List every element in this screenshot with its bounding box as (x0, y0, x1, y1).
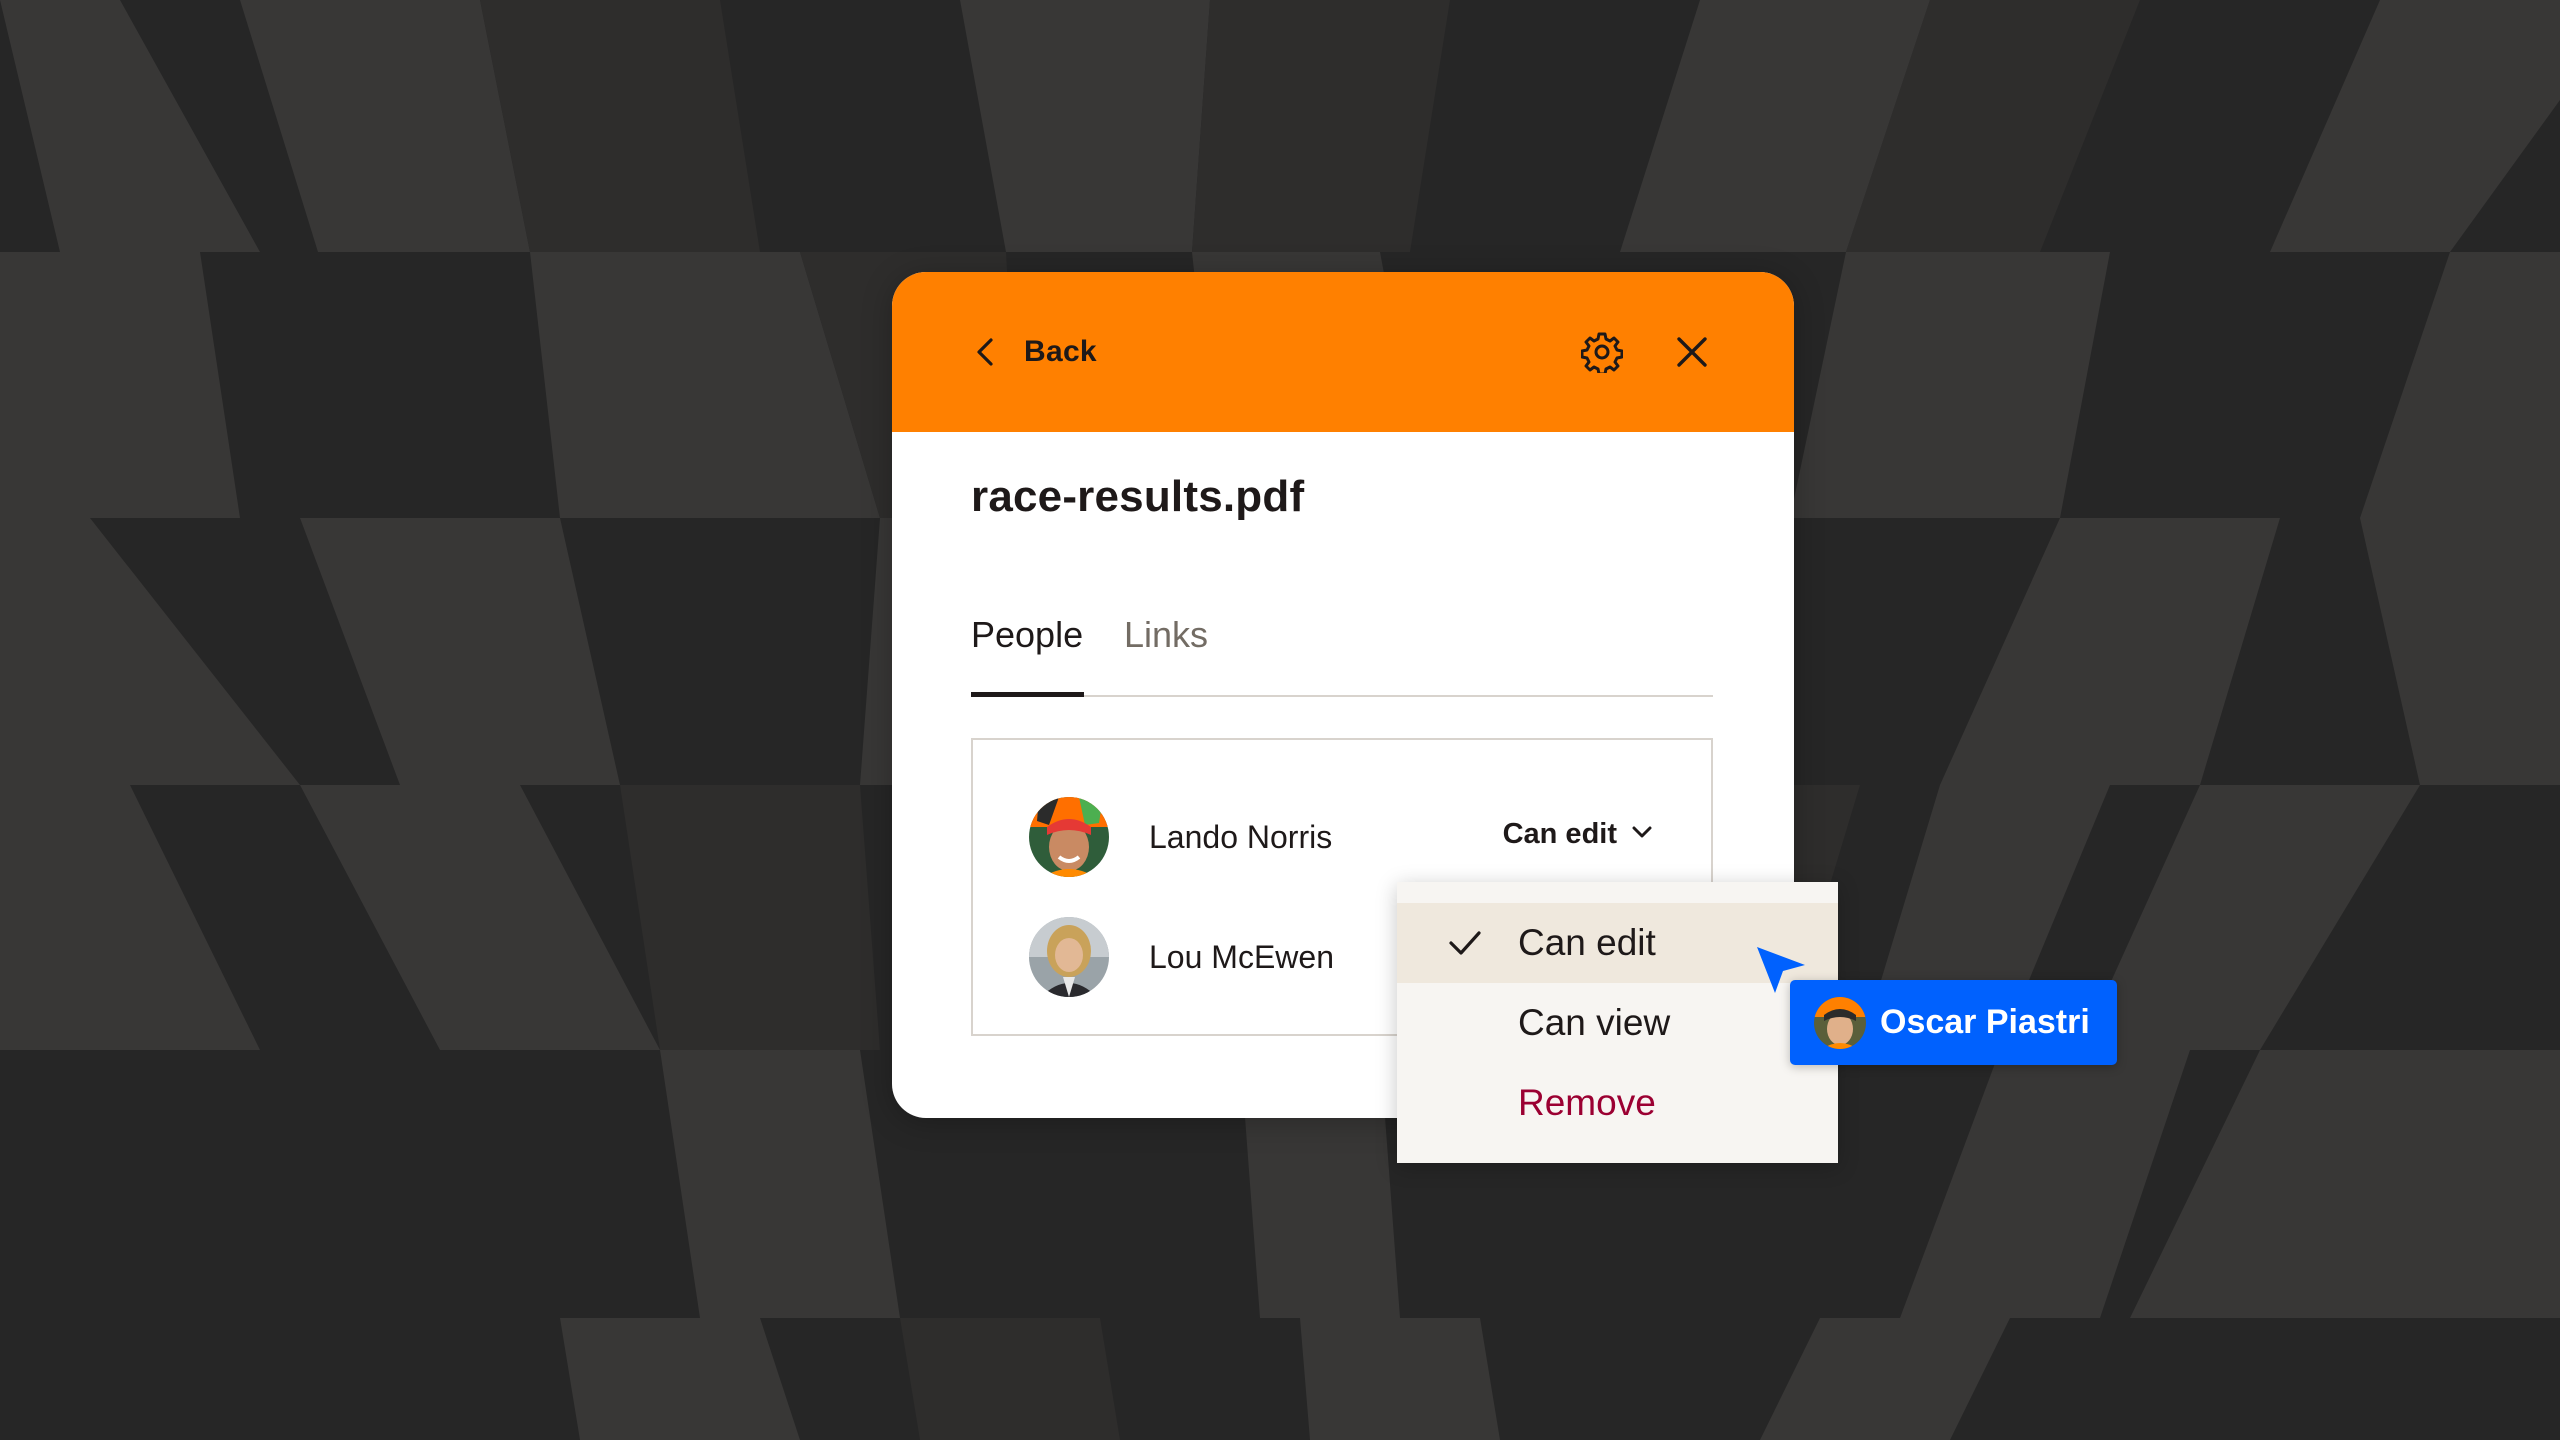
tab-people[interactable]: People (971, 614, 1083, 656)
avatar (1029, 797, 1109, 877)
person-row: Lando Norris (1029, 796, 1332, 878)
person-name: Lando Norris (1149, 818, 1333, 855)
permission-select[interactable]: Can edit (1503, 818, 1655, 851)
app-stage: Back race-results.pdf People Links Lando… (0, 0, 2560, 1440)
check-icon (1447, 925, 1483, 961)
tab-links[interactable]: Links (1124, 614, 1208, 656)
permission-menu: Can edit Can view Remove (1397, 882, 1838, 1163)
panel-header: Back (892, 272, 1794, 432)
close-icon[interactable] (1668, 328, 1716, 376)
avatar (1814, 996, 1866, 1049)
permission-label: Can edit (1502, 818, 1617, 850)
file-title: race-results.pdf (971, 472, 1305, 521)
person-row: Lou McEwen (1029, 916, 1334, 998)
menu-item-label: Can edit (1518, 922, 1656, 963)
collaborator-name: Oscar Piastri (1880, 1003, 2090, 1041)
menu-item-remove[interactable]: Remove (1397, 1063, 1838, 1143)
person-name: Lou McEwen (1149, 938, 1334, 975)
back-label: Back (1024, 335, 1097, 368)
gear-icon[interactable] (1578, 328, 1626, 376)
menu-item-label: Remove (1518, 1082, 1656, 1123)
back-button[interactable]: Back (968, 324, 1097, 380)
collaborator-chip: Oscar Piastri (1790, 980, 2117, 1065)
active-tab-indicator (971, 692, 1084, 697)
avatar (1029, 917, 1109, 997)
menu-item-label: Can view (1518, 1002, 1671, 1043)
chevron-left-icon (968, 334, 1004, 370)
chevron-down-icon (1629, 819, 1655, 850)
